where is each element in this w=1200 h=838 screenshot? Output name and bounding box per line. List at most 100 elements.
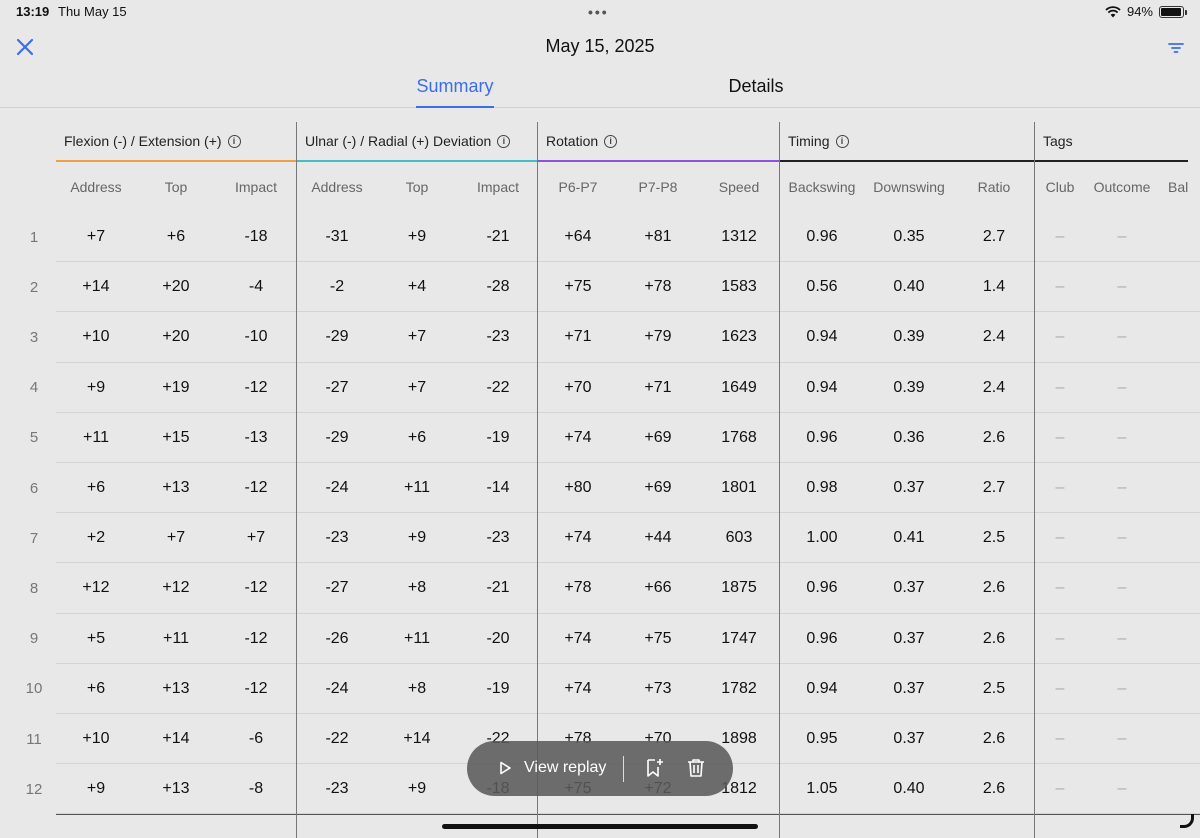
- table-cell: +6: [86, 679, 106, 697]
- table-cell: -31: [325, 228, 349, 246]
- group-timing: Timing i: [780, 122, 1034, 162]
- table-cell: -28: [486, 278, 510, 296]
- table-cell: +11: [404, 629, 430, 647]
- column-header[interactable]: P6-P7: [538, 162, 618, 212]
- trash-icon[interactable]: [685, 757, 707, 779]
- group-ulnar-radial: Ulnar (-) / Radial (+) Deviation i: [297, 122, 537, 162]
- table-cell: +75: [564, 278, 592, 296]
- table-row[interactable]: 6 +6 +13 -12 -24 +11 -14 +80 +69 1801 0.98 0.37 2.7–…: [0, 463, 1200, 514]
- view-replay-button[interactable]: View replay: [524, 759, 606, 777]
- table-cell: –: [1117, 579, 1127, 597]
- table-cell: -23: [325, 780, 349, 798]
- table-row[interactable]: 2 +14 +20 -4 -2 +4 -28 +75 +78 1583 0.56 0.40 1.4– –: [0, 262, 1200, 313]
- table-row[interactable]: 9 +5 +11 -12 -26 +11 -20 +74 +75 1747 0.96 0.37 2.6–…: [0, 614, 1200, 664]
- table-cell: -23: [486, 328, 510, 346]
- table-cell: -4: [248, 278, 264, 296]
- table-cell: 1768: [721, 428, 757, 446]
- table-cell: +7: [166, 529, 186, 547]
- table-cell: +11: [83, 428, 109, 446]
- table-cell: 1801: [721, 479, 757, 497]
- table-cell: -22: [325, 730, 349, 748]
- filter-icon[interactable]: [1164, 36, 1188, 60]
- column-header[interactable]: Top: [377, 162, 457, 212]
- table-cell: -21: [486, 228, 510, 246]
- table-cell: +9: [86, 780, 106, 798]
- column-header[interactable]: Backswing: [782, 162, 862, 212]
- table-cell: –: [1117, 378, 1127, 396]
- row-number: 10: [25, 680, 43, 698]
- table-row[interactable]: 7 +2 +7 +7 -23 +9 -23 +74 +44 603 1.00 0.41 2.5– –: [0, 513, 1200, 564]
- table-cell: -12: [244, 629, 268, 647]
- table-cell: -10: [244, 328, 268, 346]
- table-cell: +7: [86, 228, 106, 246]
- status-bar: 13:19 Thu May 15 ••• 94%: [0, 0, 1200, 24]
- table-cell: +74: [564, 428, 592, 446]
- column-header[interactable]: Impact: [458, 162, 538, 212]
- info-icon[interactable]: i: [604, 134, 618, 148]
- table-cell: +64: [564, 228, 592, 246]
- table-cell: +6: [407, 428, 427, 446]
- table-cell: +66: [644, 579, 672, 597]
- home-indicator[interactable]: [442, 824, 758, 829]
- info-icon[interactable]: i: [835, 134, 849, 148]
- swing-table[interactable]: Flexion (-) / Extension (+) i Ulnar (-) …: [0, 122, 1200, 838]
- table-cell: +73: [644, 679, 672, 697]
- page-title: May 15, 2025: [545, 36, 655, 56]
- column-header[interactable]: P7-P8: [618, 162, 698, 212]
- table-cell: 0.96: [806, 579, 838, 597]
- table-cell: 0.36: [893, 428, 925, 446]
- column-header[interactable]: Bal: [1168, 162, 1200, 212]
- table-cell: +9: [407, 228, 427, 246]
- table-cell: 1583: [721, 278, 757, 296]
- column-header[interactable]: Top: [136, 162, 216, 212]
- table-cell: -23: [486, 529, 510, 547]
- table-cell: 0.96: [806, 228, 838, 246]
- table-cell: 1747: [721, 629, 757, 647]
- column-header[interactable]: Impact: [216, 162, 296, 212]
- table-cell: -27: [325, 579, 349, 597]
- table-cell: -8: [248, 780, 264, 798]
- table-cell: -29: [325, 328, 349, 346]
- table-cell: +79: [644, 328, 672, 346]
- table-row[interactable]: 10 +6 +13 -12 -24 +8 -19 +74 +73 1782 0.94 0.37 2.5–…: [0, 664, 1200, 714]
- row-number: 8: [29, 579, 39, 597]
- table-cell: +9: [407, 529, 427, 547]
- column-header[interactable]: Address: [56, 162, 136, 212]
- tab-summary[interactable]: Summary: [416, 76, 494, 108]
- row-number: 1: [29, 228, 39, 246]
- table-cell: 0.95: [806, 730, 838, 748]
- table-cell: +6: [166, 228, 186, 246]
- column-divider: [537, 122, 538, 838]
- table-row[interactable]: 8 +12 +12 -12 -27 +8 -21 +78 +66 1875 0.96 0.37 2.6–…: [0, 563, 1200, 614]
- table-row[interactable]: 4 +9 +19 -12 -27 +7 -22 +70 +71 1649 0.94 0.39 2.4– –: [0, 363, 1200, 413]
- column-header[interactable]: Outcome: [1082, 162, 1162, 212]
- tab-details[interactable]: Details: [720, 76, 792, 108]
- info-icon[interactable]: i: [227, 134, 241, 148]
- table-cell: +8: [407, 579, 427, 597]
- table-row[interactable]: 3 +10 +20 -10 -29 +7 -23 +71 +79 1623 0.94 0.39 2.4–…: [0, 312, 1200, 363]
- column-header[interactable]: Downswing: [869, 162, 949, 212]
- table-cell: -26: [325, 629, 349, 647]
- table-cell: +74: [564, 679, 592, 697]
- table-cell: +7: [246, 529, 266, 547]
- table-cell: +13: [162, 679, 190, 697]
- table-cell: +80: [564, 479, 592, 497]
- info-icon[interactable]: i: [497, 134, 511, 148]
- table-cell: +74: [564, 529, 592, 547]
- table-cell: –: [1117, 278, 1127, 296]
- column-header[interactable]: Speed: [699, 162, 779, 212]
- table-row[interactable]: 5 +11 +15 -13 -29 +6 -19 +74 +69 1768 0.96 0.36 2.6–…: [0, 413, 1200, 463]
- table-cell: +13: [162, 780, 190, 798]
- multitasking-dots[interactable]: •••: [588, 4, 609, 20]
- group-label: Rotation: [546, 133, 599, 149]
- table-cell: 0.37: [893, 479, 925, 497]
- table-cell: 1.05: [806, 780, 838, 798]
- play-icon[interactable]: [497, 760, 513, 776]
- column-header[interactable]: Address: [297, 162, 377, 212]
- row-number: 4: [29, 379, 39, 397]
- table-cell: +78: [644, 278, 672, 296]
- group-label: Timing: [788, 133, 830, 149]
- battery-icon: [1159, 5, 1187, 18]
- table-row[interactable]: 1 +7 +6 -18 -31 +9 -21 +64 +81 1312 0.96 0.35 2.7– –: [0, 212, 1200, 263]
- bookmark-add-icon[interactable]: [643, 757, 665, 779]
